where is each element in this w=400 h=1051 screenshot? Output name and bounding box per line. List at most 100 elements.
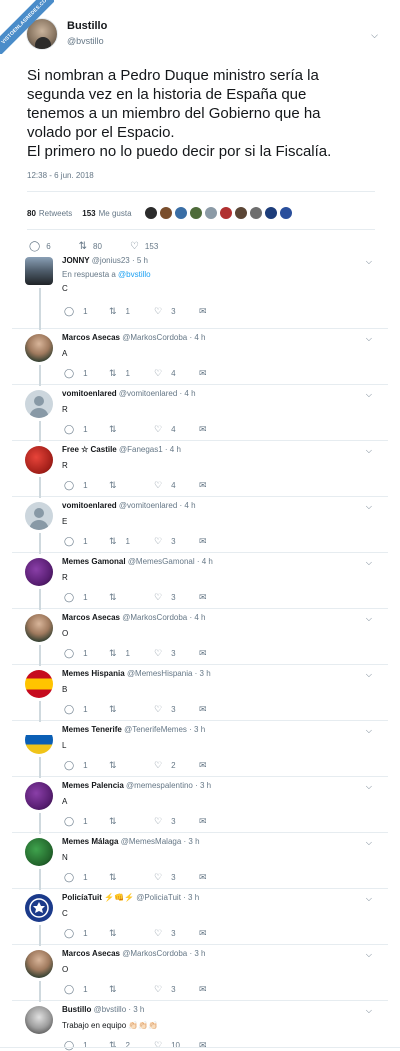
reply-author-name[interactable]: Memes Málaga — [62, 837, 118, 846]
reply-author-name[interactable]: Marcos Asecas — [62, 613, 120, 622]
reply-author-handle[interactable]: @Fanegas1 · 4 h — [119, 445, 181, 454]
reply-author-handle[interactable]: @PoliciaTuit · 3 h — [136, 893, 199, 902]
reply-author-handle[interactable]: @bvstillo · 3 h — [94, 1005, 145, 1014]
avatar[interactable] — [25, 726, 53, 754]
retweet-button[interactable]: ⇅ 1 — [109, 536, 154, 547]
reply-button[interactable]: ◯ 1 — [64, 306, 109, 317]
chevron-down-icon[interactable]: ⌵ — [366, 950, 372, 960]
reply-author-handle[interactable]: @TenerifeMemes · 3 h — [124, 725, 205, 734]
chevron-down-icon[interactable]: ⌵ — [366, 558, 372, 568]
liker-avatar[interactable] — [158, 206, 173, 220]
avatar[interactable] — [25, 257, 53, 285]
message-button[interactable]: ✉ — [199, 760, 244, 771]
reply-author-name[interactable]: Free ☆ Castile — [62, 445, 117, 454]
retweet-button[interactable]: ⇅ — [109, 760, 154, 771]
message-button[interactable]: ✉ — [199, 424, 244, 435]
message-button[interactable]: ✉ — [199, 704, 244, 715]
retweet-button[interactable]: ⇅ 1 — [109, 648, 154, 659]
message-button[interactable]: ✉ — [199, 928, 244, 939]
liker-avatar[interactable] — [248, 206, 263, 220]
like-button[interactable]: ♡ 3 — [154, 592, 199, 603]
message-button[interactable]: ✉ — [199, 592, 244, 603]
avatar[interactable] — [25, 782, 53, 810]
reply-button[interactable]: ◯ 1 — [64, 424, 109, 435]
reply-tweet[interactable]: Marcos Asecas @MarkosCordoba · 4 h ⌵ A ◯ 1 ⇅ 1… — [12, 329, 388, 386]
chevron-down-icon[interactable]: ⌵ — [366, 726, 372, 736]
avatar[interactable] — [25, 390, 53, 418]
liker-avatar[interactable] — [233, 206, 248, 220]
retweet-button[interactable]: ⇅ — [109, 480, 154, 491]
chevron-down-icon[interactable]: ⌵ — [366, 502, 372, 512]
reply-button[interactable]: ◯ 1 — [64, 872, 109, 883]
reply-author-name[interactable]: Memes Hispania — [62, 669, 125, 678]
like-button[interactable]: ♡ 10 — [154, 1040, 199, 1051]
reply-button[interactable]: ◯ 1 — [64, 760, 109, 771]
reply-button[interactable]: ◯ 1 — [64, 536, 109, 547]
reply-tweet[interactable]: Memes Gamonal @MemesGamonal · 4 h ⌵ R ◯ 1 ⇅ ♡ 3… — [12, 553, 388, 610]
like-button[interactable]: ♡ 3 — [154, 306, 199, 317]
liker-avatar[interactable] — [173, 206, 188, 220]
liker-avatar[interactable] — [203, 206, 218, 220]
retweet-button[interactable]: ⇅ — [109, 424, 154, 435]
chevron-down-icon[interactable]: ⌵ — [366, 334, 372, 344]
reply-author-handle[interactable]: @MemesMalaga · 3 h — [121, 837, 200, 846]
like-button[interactable]: ♡ 3 — [154, 536, 199, 547]
reply-author-handle[interactable]: @vomitoenlared · 4 h — [119, 501, 196, 510]
like-button[interactable]: ♡ 4 — [154, 480, 199, 491]
message-button[interactable]: ✉ — [199, 648, 244, 659]
like-button[interactable]: ♡ 3 — [154, 704, 199, 715]
avatar[interactable] — [25, 614, 53, 642]
chevron-down-icon[interactable]: ⌵ — [366, 446, 372, 456]
avatar[interactable] — [25, 1006, 53, 1034]
like-button[interactable]: ♡ 3 — [154, 928, 199, 939]
like-button[interactable]: ♡ 3 — [154, 648, 199, 659]
reply-tweet[interactable]: Free ☆ Castile @Fanegas1 · 4 h ⌵ R ◯ 1 ⇅ ♡ 4 ✉ — [12, 441, 388, 498]
reply-button[interactable]: ◯ 1 — [64, 480, 109, 491]
reply-button[interactable]: ◯ 1 — [64, 816, 109, 827]
like-button[interactable]: ♡ 4 — [154, 368, 199, 379]
in-reply-handle[interactable]: @bvstillo — [118, 270, 151, 279]
liker-avatar[interactable] — [188, 206, 203, 220]
reply-tweet[interactable]: Marcos Asecas @MarkosCordoba · 3 h ⌵ O ◯ 1 ⇅ ♡… — [12, 945, 388, 1002]
message-button[interactable]: ✉ — [199, 816, 244, 827]
liker-avatar[interactable] — [143, 206, 158, 220]
message-button[interactable]: ✉ — [199, 872, 244, 883]
reply-tweet[interactable]: Memes Tenerife @TenerifeMemes · 3 h ⌵ L ◯ 1 ⇅… — [12, 721, 388, 778]
chevron-down-icon[interactable]: ⌵ — [366, 390, 372, 400]
message-button[interactable]: ✉ — [199, 368, 244, 379]
chevron-down-icon[interactable]: ⌵ — [366, 257, 372, 267]
reply-author-handle[interactable]: @MemesGamonal · 4 h — [128, 557, 213, 566]
message-button[interactable]: ✉ — [199, 480, 244, 491]
chevron-down-icon[interactable]: ⌵ — [371, 30, 378, 41]
retweet-button[interactable]: ⇅ — [109, 984, 154, 995]
reply-author-handle[interactable]: @jonius23 · 5 h — [92, 256, 148, 265]
likers-avatars[interactable] — [143, 206, 294, 220]
author-name[interactable]: Bustillo — [67, 19, 107, 34]
reply-author-name[interactable]: Marcos Asecas — [62, 333, 120, 342]
avatar[interactable] — [25, 502, 53, 530]
reply-button[interactable]: ◯ 1 — [64, 592, 109, 603]
reply-tweet[interactable]: PolicíaTuit ⚡👊⚡ @PoliciaTuit · 3 h ⌵ C ◯ 1 ⇅ ♡… — [12, 889, 388, 946]
reply-button[interactable]: ◯ 6 — [29, 241, 51, 252]
avatar[interactable] — [25, 446, 53, 474]
reply-author-handle[interactable]: @MarkosCordoba · 4 h — [122, 333, 205, 342]
reply-author-name[interactable]: JONNY — [62, 256, 90, 265]
reply-author-name[interactable]: Bustillo — [62, 1005, 91, 1014]
reply-author-handle[interactable]: @MarkosCordoba · 3 h — [122, 949, 205, 958]
reply-button[interactable]: ◯ 1 — [64, 928, 109, 939]
like-button[interactable]: ♡ 3 — [154, 984, 199, 995]
retweet-button[interactable]: ⇅ 80 — [79, 241, 102, 252]
retweet-button[interactable]: ⇅ — [109, 704, 154, 715]
reply-button[interactable]: ◯ 1 — [64, 984, 109, 995]
reply-tweet[interactable]: Marcos Asecas @MarkosCordoba · 4 h ⌵ O ◯ 1 ⇅ 1… — [12, 609, 388, 666]
message-button[interactable]: ✉ — [199, 984, 244, 995]
liker-avatar[interactable] — [263, 206, 278, 220]
message-button[interactable]: ✉ — [199, 306, 244, 317]
avatar[interactable] — [25, 334, 53, 362]
chevron-down-icon[interactable]: ⌵ — [366, 782, 372, 792]
tweet-timestamp[interactable]: 12:38 - 6 jun. 2018 — [27, 171, 388, 180]
like-button[interactable]: ♡ 3 — [154, 816, 199, 827]
reply-author-name[interactable]: Memes Gamonal — [62, 557, 126, 566]
reply-tweet[interactable]: vomitoenlared @vomitoenlared · 4 h ⌵ R ◯ 1 ⇅ ♡… — [12, 385, 388, 442]
chevron-down-icon[interactable]: ⌵ — [366, 670, 372, 680]
